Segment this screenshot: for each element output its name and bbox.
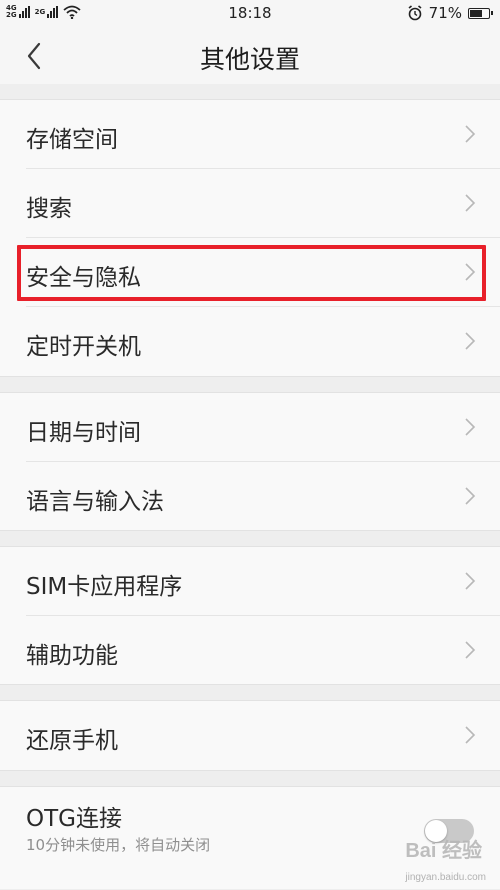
list-item-label: 定时开关机 bbox=[26, 334, 141, 360]
status-right: 71% bbox=[407, 4, 493, 22]
otg-subtitle: 10分钟未使用，将自动关闭 bbox=[26, 836, 211, 854]
settings-group-date-language: 日期与时间 语言与输入法 bbox=[0, 392, 500, 531]
list-item-reset-phone[interactable]: 还原手机 bbox=[0, 701, 500, 770]
alarm-icon bbox=[408, 5, 422, 21]
status-bar: 4G 2G 2G 18:18 71% bbox=[0, 0, 500, 28]
baidu-watermark-url: jingyan.baidu.com bbox=[405, 872, 486, 883]
chevron-right-icon bbox=[465, 194, 476, 212]
list-item-label: 搜索 bbox=[26, 196, 72, 222]
list-item-label: 日期与时间 bbox=[26, 420, 141, 446]
chevron-right-icon bbox=[465, 487, 476, 505]
list-item-search[interactable]: 搜索 bbox=[0, 169, 500, 238]
list-item-scheduled-power[interactable]: 定时开关机 bbox=[0, 307, 500, 376]
highlight-box bbox=[17, 245, 486, 301]
list-item-label: 辅助功能 bbox=[26, 643, 118, 669]
list-item-label: 存储空间 bbox=[26, 127, 118, 153]
list-item-label: 语言与输入法 bbox=[26, 489, 164, 515]
battery-icon bbox=[468, 7, 493, 19]
page-title: 其他设置 bbox=[199, 45, 300, 74]
settings-group-reset: 还原手机 bbox=[0, 700, 500, 771]
list-item-sim-apps[interactable]: SIM卡应用程序 bbox=[0, 547, 500, 616]
chevron-right-icon bbox=[465, 572, 476, 590]
app-header: 其他设置 bbox=[0, 28, 500, 84]
list-item-language-input[interactable]: 语言与输入法 bbox=[0, 462, 500, 531]
list-item-accessibility[interactable]: 辅助功能 bbox=[0, 616, 500, 685]
otg-label: OTG连接 bbox=[26, 806, 122, 832]
chevron-right-icon bbox=[465, 125, 476, 143]
chevron-right-icon bbox=[465, 726, 476, 744]
settings-group-sim-accessibility: SIM卡应用程序 辅助功能 bbox=[0, 546, 500, 685]
list-item-label: SIM卡应用程序 bbox=[26, 574, 183, 600]
list-item-date-time[interactable]: 日期与时间 bbox=[0, 393, 500, 462]
chevron-right-icon bbox=[465, 332, 476, 350]
chevron-right-icon bbox=[465, 418, 476, 436]
chevron-right-icon bbox=[465, 641, 476, 659]
list-item-label: 还原手机 bbox=[26, 728, 118, 754]
settings-group-storage: 存储空间 搜索 安全与隐私 定时开关机 bbox=[0, 99, 500, 377]
battery-fill bbox=[470, 9, 482, 17]
baidu-watermark: Bai 经验 bbox=[405, 840, 482, 862]
battery-percent: 71% bbox=[428, 4, 462, 22]
list-item-storage[interactable]: 存储空间 bbox=[0, 100, 500, 169]
